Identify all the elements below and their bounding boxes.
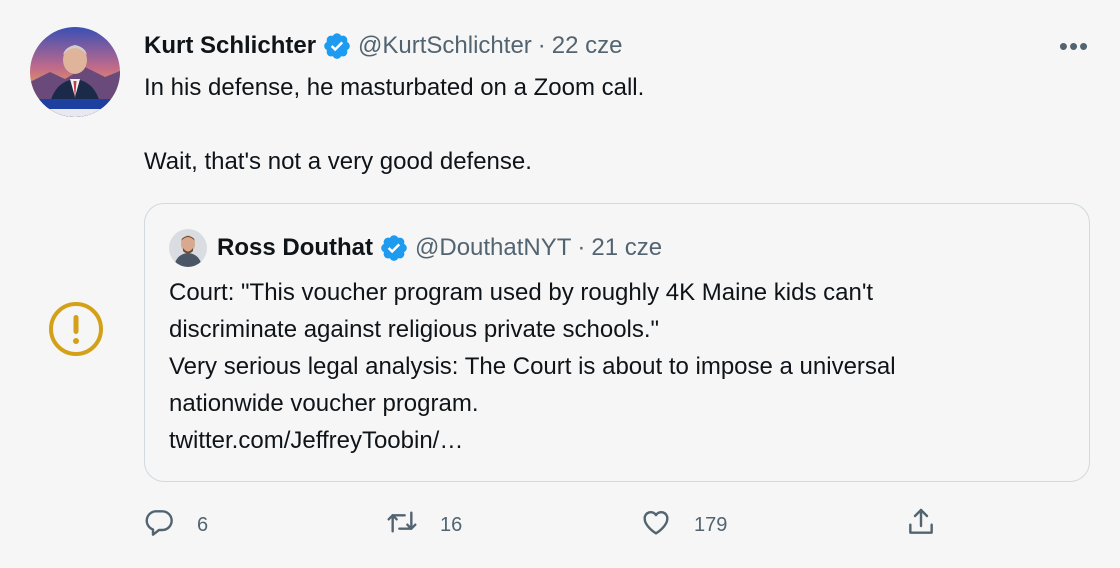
quoted-text-line: Court: "This voucher program used by rou… [169,279,874,306]
quoted-tweet-header: Ross Douthat @DouthatNYT · 21 cze [217,231,662,265]
verified-badge-icon [322,31,352,61]
author-avatar[interactable] [30,27,120,117]
reply-count: 6 [197,513,209,536]
separator-dot: · [577,234,586,261]
tweet-action-bar: 6 16 179 [0,506,1120,546]
like-button[interactable]: 179 [640,506,727,544]
separator-dot: · [537,32,546,59]
warning-icon[interactable] [48,301,104,357]
verified-badge-icon [379,233,409,263]
quoted-text-line: nationwide voucher program. [169,390,479,417]
tweet-text: In his defense, he masturbated on a Zoom… [144,70,1044,180]
quoted-author-avatar[interactable] [169,229,207,267]
retweet-count: 16 [440,513,463,536]
tweet-timestamp[interactable]: 22 cze [552,32,623,60]
reply-button[interactable]: 6 [143,506,208,544]
tweet-text-line: Wait, that's not a very good defense. [144,148,532,175]
reply-icon [143,506,175,544]
share-button[interactable] [905,506,937,544]
quoted-text-line: Very serious legal analysis: The Court i… [169,353,896,380]
quoted-tweet-text: Court: "This voucher program used by rou… [169,274,1069,459]
author-handle[interactable]: @KurtSchlichter [358,32,532,60]
quoted-text-link[interactable]: twitter.com/JeffreyToobin/… [169,422,1069,459]
quoted-author-name[interactable]: Ross Douthat [217,234,373,262]
quoted-tweet-timestamp[interactable]: 21 cze [591,234,662,262]
more-icon[interactable]: ••• [1054,30,1094,62]
tweet-header: Kurt Schlichter @KurtSchlichter · 22 cze [144,30,623,62]
tweet-text-line: In his defense, he masturbated on a Zoom… [144,74,645,101]
quoted-author-handle[interactable]: @DouthatNYT [415,234,571,262]
author-name[interactable]: Kurt Schlichter [144,32,316,60]
quoted-tweet[interactable]: Ross Douthat @DouthatNYT · 21 cze Court:… [144,203,1090,482]
retweet-icon [386,506,418,544]
share-icon [905,506,937,544]
like-icon [640,506,672,544]
retweet-button[interactable]: 16 [386,506,462,544]
quoted-text-line: discriminate against religious private s… [169,316,660,343]
like-count: 179 [694,513,728,536]
